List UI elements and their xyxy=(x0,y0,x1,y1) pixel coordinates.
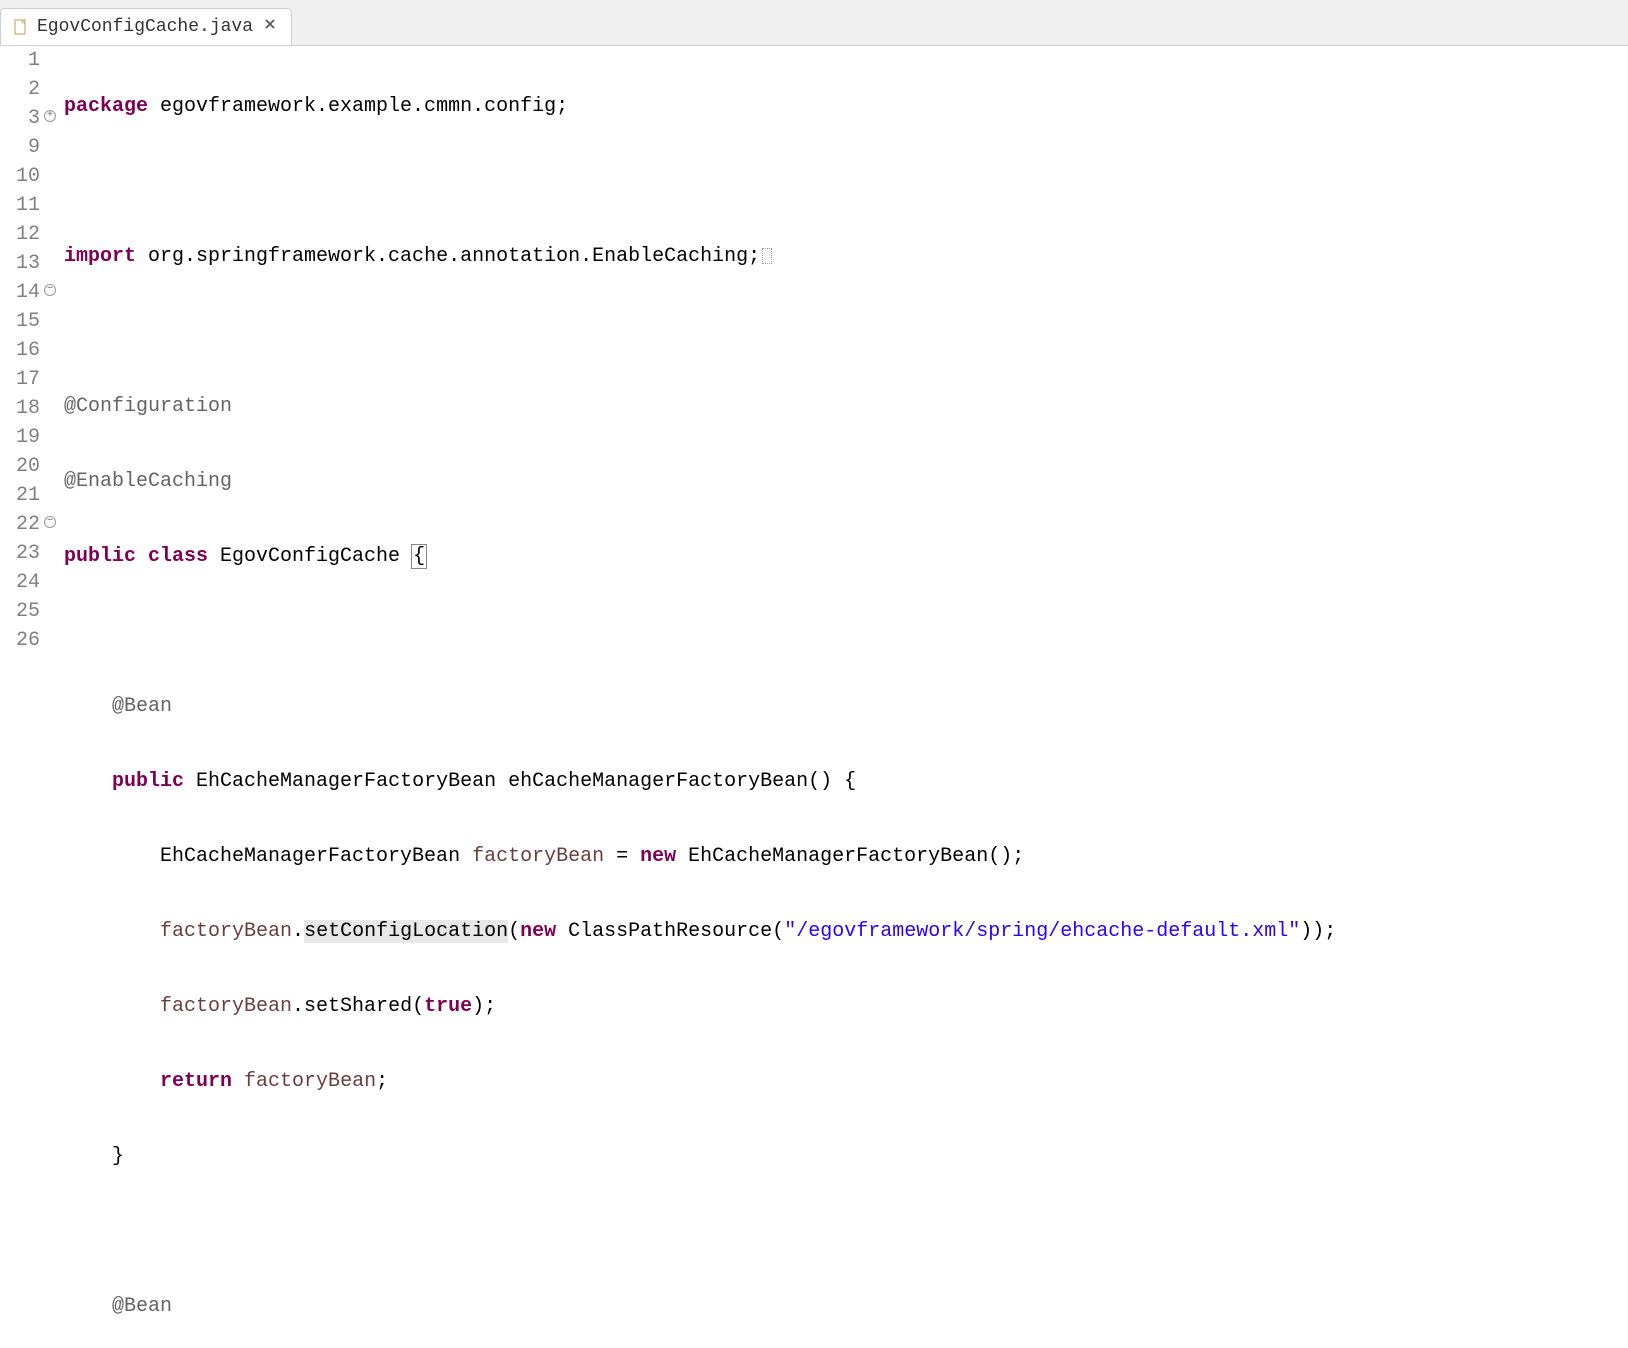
line-number: 16 xyxy=(0,336,40,365)
code-line: public class EgovConfigCache { xyxy=(64,542,1628,571)
code-line: public EhCacheManagerFactoryBean ehCache… xyxy=(64,767,1628,796)
line-number: 18 xyxy=(0,394,40,423)
line-number: 12 xyxy=(0,220,40,249)
line-number: 26 xyxy=(0,626,40,655)
line-number: 9 xyxy=(0,133,40,162)
line-number: 15 xyxy=(0,307,40,336)
code-content[interactable]: package egovframework.example.cmmn.confi… xyxy=(60,46,1628,1348)
java-file-icon xyxy=(13,19,29,35)
code-line: package egovframework.example.cmmn.confi… xyxy=(64,92,1628,121)
tab-filename: EgovConfigCache.java xyxy=(37,17,253,37)
line-number: 25 xyxy=(0,597,40,626)
line-number: 21 xyxy=(0,481,40,510)
folded-imports-marker[interactable] xyxy=(762,248,772,264)
code-line: @Configuration xyxy=(64,392,1628,421)
code-line: return factoryBean; xyxy=(64,1067,1628,1096)
code-line: @Bean xyxy=(64,692,1628,721)
code-line xyxy=(64,1217,1628,1246)
code-line: EhCacheManagerFactoryBean factoryBean = … xyxy=(64,842,1628,871)
line-number: 23 xyxy=(0,539,40,568)
line-number: 14 xyxy=(0,278,40,307)
line-number: 11 xyxy=(0,191,40,220)
line-number: 10 xyxy=(0,162,40,191)
fold-expand-icon[interactable]: + xyxy=(44,110,56,122)
line-number: 20 xyxy=(0,452,40,481)
line-number: 17 xyxy=(0,365,40,394)
line-number: 24 xyxy=(0,568,40,597)
code-line xyxy=(64,617,1628,646)
line-number: 1 xyxy=(0,46,40,75)
line-number: 3 xyxy=(0,104,40,133)
code-line xyxy=(64,317,1628,346)
code-line: } xyxy=(64,1142,1628,1171)
line-number: 2 xyxy=(0,75,40,104)
code-line: @EnableCaching xyxy=(64,467,1628,496)
tab-bar: EgovConfigCache.java xyxy=(0,0,1628,46)
code-line: @Bean xyxy=(64,1292,1628,1321)
fold-column: + − − xyxy=(44,46,60,1348)
line-number: 13 xyxy=(0,249,40,278)
line-number: 19 xyxy=(0,423,40,452)
code-line: factoryBean.setShared(true); xyxy=(64,992,1628,1021)
editor-tab[interactable]: EgovConfigCache.java xyxy=(0,8,292,45)
fold-collapse-icon[interactable]: − xyxy=(44,284,56,296)
code-editor[interactable]: 1 2 3 9 10 11 12 13 14 15 16 17 18 19 20… xyxy=(0,46,1628,1348)
line-number: 22 xyxy=(0,510,40,539)
code-line xyxy=(64,167,1628,196)
line-number-gutter: 1 2 3 9 10 11 12 13 14 15 16 17 18 19 20… xyxy=(0,46,44,1348)
fold-collapse-icon[interactable]: − xyxy=(44,516,56,528)
close-icon[interactable] xyxy=(261,17,279,37)
code-line: import org.springframework.cache.annotat… xyxy=(64,242,1628,271)
code-line: factoryBean.setConfigLocation(new ClassP… xyxy=(64,917,1628,946)
